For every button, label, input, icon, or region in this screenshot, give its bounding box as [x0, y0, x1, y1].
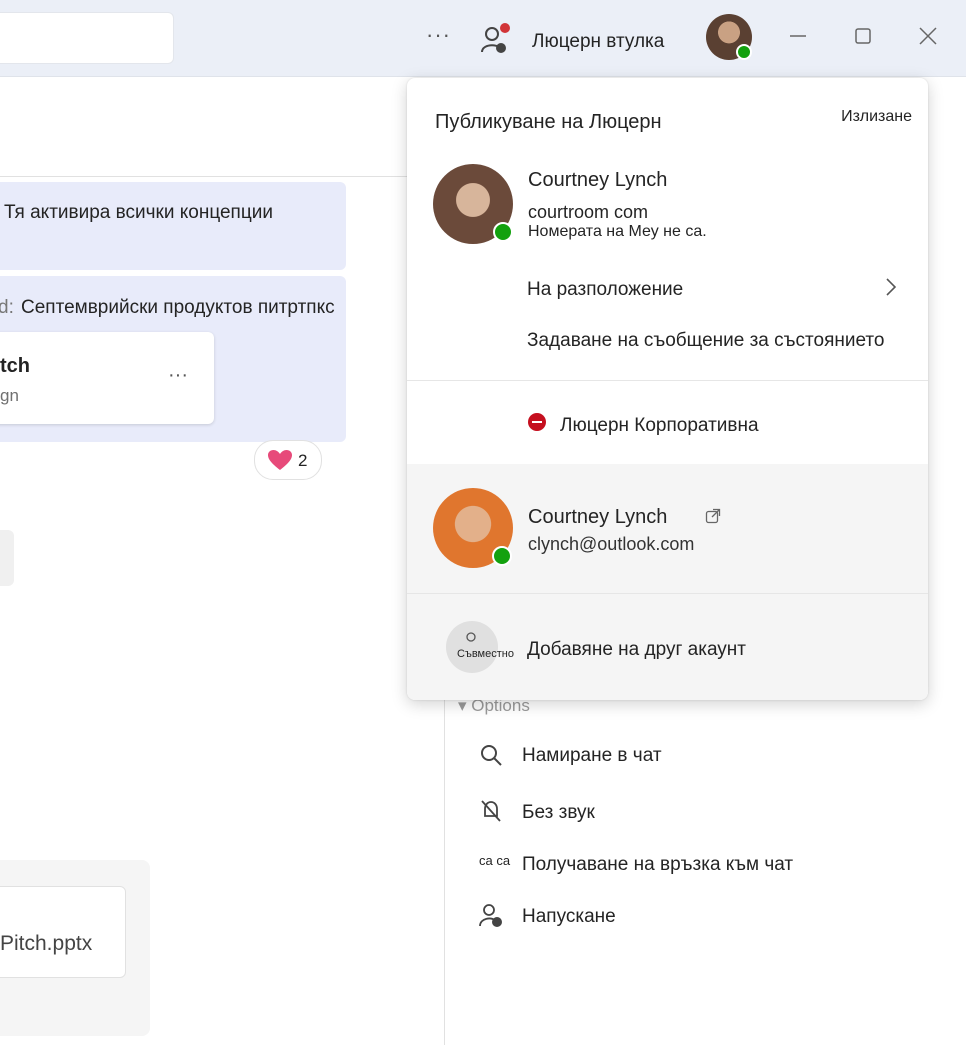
close-icon[interactable] [916, 24, 940, 48]
presence-available-icon [492, 546, 512, 566]
reaction-count: 2 [298, 451, 308, 470]
chat-header-divider [0, 176, 410, 177]
presence-available-icon [736, 44, 752, 60]
account-flyout: Публикуване на Люцерн Излизане Courtney … [407, 78, 928, 700]
secondary-account-email: clynch@outlook.com [528, 534, 695, 554]
attachment-name: Pitch.pptx [0, 932, 93, 955]
link-icon: са са [479, 853, 511, 868]
account-email: courtroom com [528, 202, 649, 222]
people-icon[interactable] [478, 22, 512, 56]
add-account-icon[interactable] [446, 621, 498, 673]
file-card-subtitle: gn [0, 386, 19, 405]
account-name[interactable]: Люцерн втулка [532, 31, 664, 53]
reaction-badge[interactable] [254, 440, 322, 480]
message-text: Септемврийски продуктов питртпкс [21, 297, 335, 318]
search-input[interactable] [0, 12, 174, 64]
do-not-disturb-icon [528, 413, 546, 431]
person-add-icon [466, 632, 476, 642]
search-icon [481, 745, 502, 766]
add-account-button[interactable]: Добавяне на друг акаунт [527, 639, 746, 661]
pane-divider [444, 690, 445, 1045]
bell-off-icon [481, 800, 501, 822]
message-stub [0, 530, 14, 586]
organization-name: Публикуване на Люцерн [435, 111, 662, 133]
file-card-title: tch [0, 355, 30, 377]
presence-available-icon [493, 222, 513, 242]
secondary-account-name[interactable]: Courtney Lynch [528, 506, 667, 529]
more-options-button[interactable]: ··· [426, 22, 451, 48]
status-message: Номерата на Меу не са. [528, 223, 707, 240]
option-get-link[interactable]: Получаване на връзка към чат [522, 854, 793, 876]
sign-out-link[interactable]: Излизане [841, 108, 912, 126]
title-bar: ··· Люцерн втулка [0, 0, 966, 77]
divider [407, 593, 928, 594]
heart-icon [268, 450, 292, 470]
add-account-icon-label: Съвместно [457, 648, 514, 660]
tenant-switch-item[interactable]: Люцерн Корпоративна [560, 415, 759, 437]
message-prefix: d: [0, 297, 14, 318]
availability-menu-item[interactable]: На разположение [527, 279, 683, 301]
account-display-name: Courtney Lynch [528, 169, 668, 191]
maximize-icon[interactable] [851, 24, 875, 48]
divider [407, 380, 928, 381]
option-leave[interactable]: Напускане [522, 906, 616, 928]
open-external-icon[interactable] [705, 508, 721, 524]
minimize-icon[interactable] [786, 24, 810, 48]
option-mute[interactable]: Без звук [522, 802, 595, 824]
message-text: Тя активира всички концепции [4, 202, 273, 223]
message-bubble[interactable] [0, 182, 346, 270]
file-card-more-button[interactable]: ··· [168, 364, 188, 387]
set-status-message-item[interactable]: Задаване на съобщение за състоянието [527, 330, 884, 352]
option-find-in-chat[interactable]: Намиране в чат [522, 745, 662, 767]
chevron-right-icon [886, 278, 897, 296]
leave-icon [479, 904, 502, 927]
